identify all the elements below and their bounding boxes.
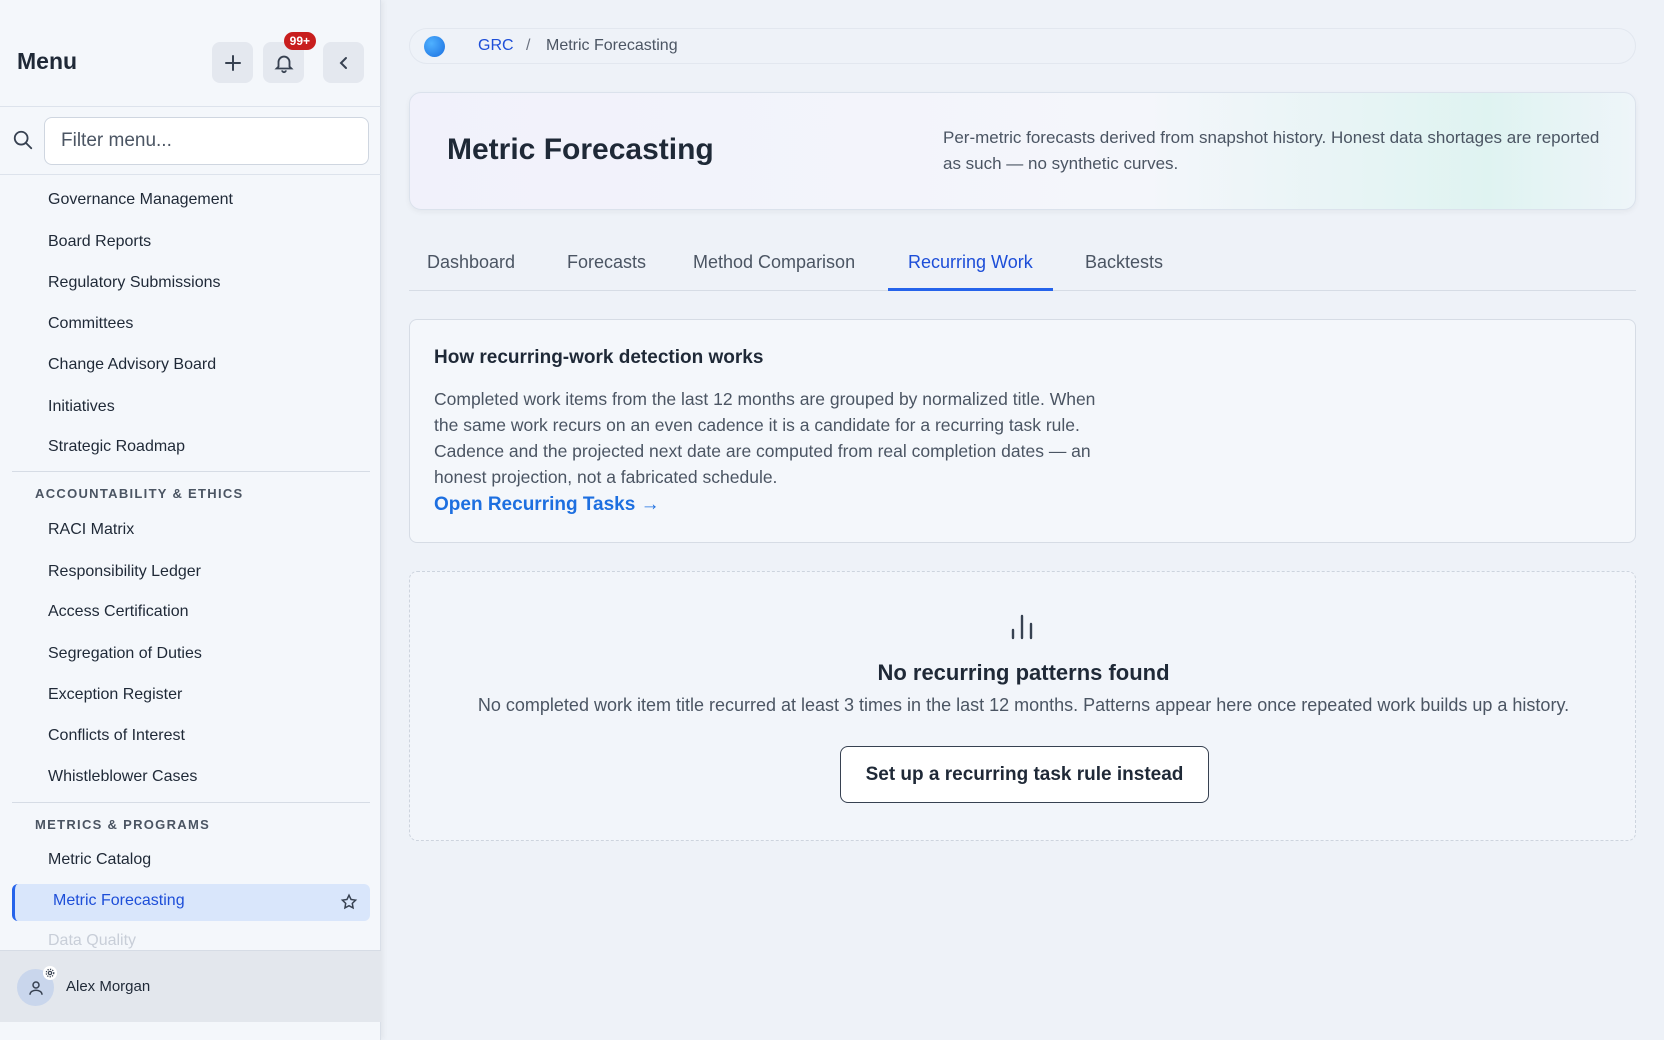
tab-backtests[interactable]: Backtests: [1085, 252, 1163, 291]
plus-icon: [224, 54, 241, 71]
sidebar-item-segregation-of-duties[interactable]: Segregation of Duties: [48, 642, 202, 666]
gear-icon: [43, 966, 57, 980]
section-divider: [12, 802, 370, 803]
notification-badge: 99+: [283, 32, 316, 50]
page-header: Metric Forecasting Per-metric forecasts …: [409, 92, 1636, 210]
sidebar-title: Menu: [17, 48, 78, 74]
sidebar-item-access-certification[interactable]: Access Certification: [48, 600, 189, 624]
star-icon[interactable]: [340, 893, 358, 911]
breadcrumb-current: Metric Forecasting: [546, 37, 678, 54]
sidebar-item-committees[interactable]: Committees: [48, 312, 133, 336]
avatar[interactable]: [17, 966, 57, 1006]
sidebar-item-metric-forecasting[interactable]: Metric Forecasting: [12, 884, 370, 921]
breadcrumb-root-link[interactable]: GRC: [478, 37, 514, 55]
bar-chart-icon: [1011, 614, 1033, 640]
bell-icon: [273, 55, 294, 73]
open-recurring-tasks-link[interactable]: Open Recurring Tasks →: [434, 494, 660, 516]
sidebar-item-responsibility-ledger[interactable]: Responsibility Ledger: [48, 560, 201, 584]
sidebar-item-regulatory-submissions[interactable]: Regulatory Submissions: [48, 271, 221, 295]
tab-forecasts[interactable]: Forecasts: [567, 252, 646, 291]
sidebar: Menu 99+ Governance Management Board Rep…: [0, 0, 381, 1040]
chevron-left-icon: [339, 56, 347, 69]
empty-state-body: No completed work item title recurred at…: [477, 695, 1570, 715]
page-title: Metric Forecasting: [447, 133, 714, 166]
search-icon: [13, 130, 33, 150]
notifications-button[interactable]: 99+: [263, 32, 316, 83]
section-divider: [12, 471, 370, 472]
setup-recurring-rule-button[interactable]: Set up a recurring task rule instead: [840, 746, 1209, 803]
user-icon: [28, 980, 43, 995]
info-card-title: How recurring-work detection works: [434, 347, 764, 368]
sidebar-item-conflicts-of-interest[interactable]: Conflicts of Interest: [48, 724, 185, 748]
info-card-body: Completed work items from the last 12 mo…: [434, 389, 1096, 487]
user-footer[interactable]: Alex Morgan: [0, 950, 381, 1022]
tab-method-comparison[interactable]: Method Comparison: [693, 252, 855, 291]
user-name: Alex Morgan: [66, 978, 151, 995]
app-logo-icon: [424, 36, 445, 57]
sidebar-item-raci-matrix[interactable]: RACI Matrix: [48, 518, 134, 542]
breadcrumb: GRC / Metric Forecasting: [409, 28, 1636, 64]
sidebar-item-data-quality[interactable]: Data Quality: [48, 932, 136, 950]
sidebar-item-metric-catalog[interactable]: Metric Catalog: [48, 848, 151, 872]
empty-state-title: No recurring patterns found: [877, 660, 1170, 685]
section-metrics-programs: METRICS & PROGRAMS: [35, 817, 211, 832]
sidebar-item-change-advisory-board[interactable]: Change Advisory Board: [48, 353, 216, 377]
sidebar-item-governance-management[interactable]: Governance Management: [48, 188, 233, 212]
tab-bar: Dashboard Forecasts Method Comparison Re…: [409, 238, 1636, 291]
sidebar-item-whistleblower-cases[interactable]: Whistleblower Cases: [48, 765, 197, 789]
sidebar-item-initiatives[interactable]: Initiatives: [48, 395, 115, 419]
page-description: Per-metric forecasts derived from snapsh…: [943, 128, 1600, 173]
menu-search: [0, 107, 381, 175]
tab-recurring-work[interactable]: Recurring Work: [888, 252, 1053, 291]
sidebar-item-strategic-roadmap[interactable]: Strategic Roadmap: [48, 435, 185, 459]
sidebar-item-exception-register[interactable]: Exception Register: [48, 683, 182, 707]
breadcrumb-separator: /: [526, 37, 531, 54]
filter-menu-input[interactable]: [44, 117, 369, 165]
empty-state: No recurring patterns found No completed…: [409, 571, 1636, 841]
sidebar-item-board-reports[interactable]: Board Reports: [48, 230, 151, 254]
info-card: How recurring-work detection works Compl…: [409, 319, 1636, 543]
section-accountability-ethics: ACCOUNTABILITY & ETHICS: [35, 486, 244, 501]
sidebar-header: Menu 99+: [0, 0, 381, 107]
collapse-sidebar-button[interactable]: [323, 42, 364, 83]
sidebar-nav: Governance Management Board Reports Regu…: [0, 180, 381, 950]
main-content: GRC / Metric Forecasting Metric Forecast…: [381, 0, 1664, 1040]
sidebar-item-label: Metric Forecasting: [53, 892, 185, 909]
add-button[interactable]: [212, 42, 253, 83]
tab-dashboard[interactable]: Dashboard: [427, 252, 515, 291]
